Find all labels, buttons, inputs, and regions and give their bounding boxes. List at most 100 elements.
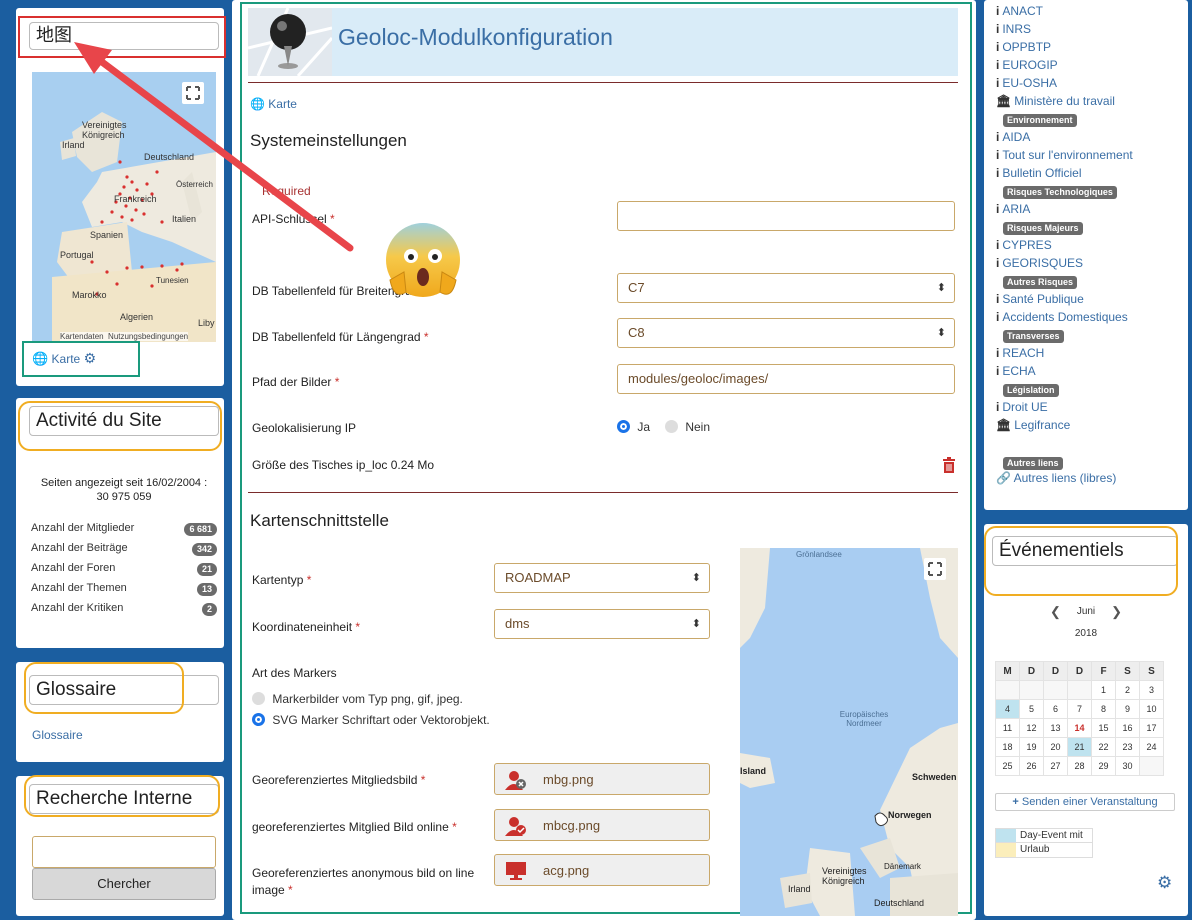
calendar-day[interactable]: 16 xyxy=(1115,718,1140,738)
resource-link[interactable]: i Accidents Domestiques xyxy=(996,309,1186,327)
calendar-day[interactable]: 18 xyxy=(995,737,1020,757)
calendar-day[interactable]: 22 xyxy=(1091,737,1116,757)
calendar-day[interactable]: 24 xyxy=(1139,737,1164,757)
resource-link[interactable]: i Tout sur l'environnement xyxy=(996,147,1186,165)
resource-link[interactable]: i ECHA xyxy=(996,363,1186,381)
resource-link[interactable]: i REACH xyxy=(996,345,1186,363)
section-heading: Kartenschnittstelle xyxy=(250,511,389,530)
calendar-day[interactable]: 15 xyxy=(1091,718,1116,738)
coord-unit-select[interactable]: dms xyxy=(494,609,710,639)
anonymous-image-field[interactable]: acg.png xyxy=(494,854,710,886)
calendar-day[interactable]: 7 xyxy=(1067,699,1092,719)
calendar-day[interactable]: 23 xyxy=(1115,737,1140,757)
chevron-left-icon[interactable]: ❮ xyxy=(1050,604,1061,620)
add-event-button[interactable]: + Senden einer Veranstaltung xyxy=(995,793,1175,811)
resource-link[interactable]: i CYPRES xyxy=(996,237,1186,255)
calendar-day[interactable]: 21 xyxy=(1067,737,1092,757)
gears-icon[interactable]: ⚙ xyxy=(1157,873,1172,893)
other-links-tag: Autres liens xyxy=(1003,455,1063,470)
marker-option-2[interactable]: SVG Marker Schriftart oder Vektorobjekt. xyxy=(252,713,490,727)
calendar-empty-cell xyxy=(1067,680,1092,700)
calendar-day[interactable]: 28 xyxy=(1067,756,1092,776)
resource-link[interactable]: i ARIA xyxy=(996,201,1186,219)
ip-no-radio[interactable]: Nein xyxy=(665,420,710,434)
resource-link[interactable]: i Santé Publique xyxy=(996,291,1186,309)
resource-link-label[interactable]: Droit UE xyxy=(1002,400,1047,414)
legend-vacation: Urlaub xyxy=(995,843,1093,858)
ip-yes-radio[interactable]: Ja xyxy=(617,420,650,434)
other-links-row[interactable]: 🔗 Autres liens (libres) xyxy=(996,471,1116,485)
calendar-day[interactable]: 12 xyxy=(1019,718,1044,738)
image-path-input[interactable]: modules/geoloc/images/ xyxy=(617,364,955,394)
resource-link-label[interactable]: ECHA xyxy=(1002,364,1035,378)
calendar-day[interactable]: 29 xyxy=(1091,756,1116,776)
trash-icon[interactable] xyxy=(942,457,956,473)
calendar-day[interactable]: 8 xyxy=(1091,699,1116,719)
resource-link-label[interactable]: OPPBTP xyxy=(1002,40,1051,54)
resource-link-label[interactable]: CYPRES xyxy=(1002,238,1051,252)
marker-option-1[interactable]: Markerbilder vom Typ png, gif, jpeg. xyxy=(252,692,463,706)
calendar-day[interactable]: 20 xyxy=(1043,737,1068,757)
resource-link-label[interactable]: Tout sur l'environnement xyxy=(1002,148,1132,162)
calendar-day[interactable]: 19 xyxy=(1019,737,1044,757)
resource-link[interactable]: i AIDA xyxy=(996,129,1186,147)
resource-link[interactable]: i EU-OSHA xyxy=(996,75,1186,93)
latitude-field-select[interactable]: C7 xyxy=(617,273,955,303)
resource-link-label[interactable]: REACH xyxy=(1002,346,1044,360)
resource-link-label[interactable]: EUROGIP xyxy=(1002,58,1057,72)
resource-link[interactable]: i ANACT xyxy=(996,3,1186,21)
glossary-link[interactable]: Glossaire xyxy=(32,728,83,742)
resource-link-label[interactable]: INRS xyxy=(1002,22,1031,36)
calendar-day[interactable]: 17 xyxy=(1139,718,1164,738)
calendar-day[interactable]: 6 xyxy=(1043,699,1068,719)
other-links-link[interactable]: Autres liens (libres) xyxy=(1014,471,1117,485)
shocked-emoji-icon xyxy=(384,220,462,302)
api-key-input[interactable] xyxy=(617,201,955,231)
longitude-field-select[interactable]: C8 xyxy=(617,318,955,348)
calendar-day[interactable]: 11 xyxy=(995,718,1020,738)
resource-link-label[interactable]: AIDA xyxy=(1002,130,1030,144)
radio-checked-icon xyxy=(252,713,265,726)
resource-link[interactable]: i OPPBTP xyxy=(996,39,1186,57)
calendar-day[interactable]: 26 xyxy=(1019,756,1044,776)
resource-link-label[interactable]: Ministère du travail xyxy=(1014,94,1115,108)
resource-link[interactable]: 🏛 Legifrance xyxy=(996,417,1186,435)
calendar-day[interactable]: 10 xyxy=(1139,699,1164,719)
calendar-day[interactable]: 1 xyxy=(1091,680,1116,700)
calendar-day[interactable]: 2 xyxy=(1115,680,1140,700)
member-online-image-field[interactable]: mbcg.png xyxy=(494,809,710,841)
calendar-nav: ❮ Juni ❯ xyxy=(1050,604,1122,620)
resource-link[interactable]: i INRS xyxy=(996,21,1186,39)
calendar-day[interactable]: 5 xyxy=(1019,699,1044,719)
search-input[interactable] xyxy=(32,836,216,868)
resource-link-label[interactable]: ANACT xyxy=(1002,4,1043,18)
resource-link-label[interactable]: ARIA xyxy=(1002,202,1030,216)
calendar-day[interactable]: 4 xyxy=(995,699,1020,719)
mini-map-footer[interactable]: Kartendaten Nutzungsbedingungen xyxy=(60,332,189,341)
search-button[interactable]: Chercher xyxy=(32,868,216,900)
calendar-day[interactable]: 25 xyxy=(995,756,1020,776)
resource-link-label[interactable]: Santé Publique xyxy=(1002,292,1083,306)
calendar-day[interactable]: 9 xyxy=(1115,699,1140,719)
resource-link[interactable]: i Droit UE xyxy=(996,399,1186,417)
preview-map[interactable]: Grönlandsee Europäisches Nordmeer Island… xyxy=(740,548,958,916)
chevron-right-icon[interactable]: ❯ xyxy=(1111,604,1122,620)
calendar-day[interactable]: 30 xyxy=(1115,756,1140,776)
calendar-day[interactable]: 3 xyxy=(1139,680,1164,700)
resource-link[interactable]: i GEORISQUES xyxy=(996,255,1186,273)
resource-link-label[interactable]: Accidents Domestiques xyxy=(1002,310,1127,324)
calendar-day[interactable]: 13 xyxy=(1043,718,1068,738)
resource-link-label[interactable]: Bulletin Officiel xyxy=(1002,166,1081,180)
resource-link[interactable]: 🏛 Ministère du travail xyxy=(996,93,1186,111)
map-type-select[interactable]: ROADMAP xyxy=(494,563,710,593)
calendar-day[interactable]: 27 xyxy=(1043,756,1068,776)
resource-link-label[interactable]: GEORISQUES xyxy=(1002,256,1083,270)
marker-option-1-label: Markerbilder vom Typ png, gif, jpeg. xyxy=(272,692,463,706)
calendar-day[interactable]: 14 xyxy=(1067,718,1092,738)
resource-link-label[interactable]: EU-OSHA xyxy=(1002,76,1057,90)
annotation-arrow xyxy=(74,42,354,252)
member-image-field[interactable]: mbg.png xyxy=(494,763,710,795)
resource-link-label[interactable]: Legifrance xyxy=(1014,418,1070,432)
resource-link[interactable]: i EUROGIP xyxy=(996,57,1186,75)
resource-link[interactable]: i Bulletin Officiel xyxy=(996,165,1186,183)
